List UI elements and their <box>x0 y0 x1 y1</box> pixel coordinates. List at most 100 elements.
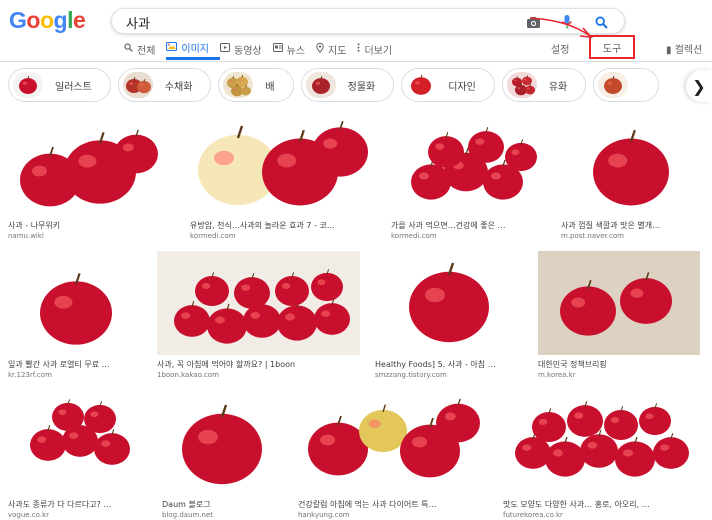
result-source: kr.123rf.com <box>8 371 52 379</box>
result-title[interactable]: 건강칼럼 아침에 먹는 사과 다이어트 특… <box>298 499 488 510</box>
image-result[interactable]: 가을 사과 먹으면…건강에 좋은 … kormedi.com <box>391 112 546 241</box>
result-thumbnail[interactable] <box>8 112 174 216</box>
chip[interactable]: 수채화 <box>117 68 212 102</box>
result-source: m.korea.kr <box>538 371 576 379</box>
tools-button[interactable]: 도구 <box>589 35 635 59</box>
tab-label: 동영상 <box>234 45 262 57</box>
logo-letter: o <box>26 7 40 33</box>
tab-2[interactable]: 동영상 <box>220 38 273 60</box>
chip[interactable] <box>593 68 660 102</box>
result-title[interactable]: Healthy Foods] 5. 사과 - 아침 … <box>375 359 522 370</box>
result-thumbnail[interactable] <box>8 391 146 495</box>
image-result[interactable]: 사과 껍질 색깔과 맛은 별개… m.post.naver.com <box>561 112 700 241</box>
logo-letter: o <box>39 7 54 33</box>
apple-icon <box>598 72 629 98</box>
result-thumbnail[interactable] <box>538 251 700 355</box>
settings-button[interactable]: 설정 <box>551 41 569 56</box>
image-result[interactable]: 사과도 종류가 다 다르다고? … vogue.co.kr <box>8 391 146 520</box>
chip-label: 일러스트 <box>55 81 92 93</box>
image-result[interactable]: 사과 - 나무위키 namu.wiki <box>8 112 174 241</box>
image-result[interactable]: Healthy Foods] 5. 사과 - 아침 … smzzang.tist… <box>375 251 522 380</box>
result-title[interactable]: 맛도 모양도 다양한 사과… 홍로, 아오리, … <box>503 499 700 510</box>
map-pin-icon <box>316 42 324 56</box>
related-chips: 일러스트 수채화 배 정물화 디자인 유화 <box>8 68 712 104</box>
result-thumbnail[interactable] <box>162 391 283 495</box>
tools-label: 도구 <box>602 43 622 55</box>
result-thumbnail[interactable] <box>391 112 546 216</box>
apple-icon <box>122 72 153 98</box>
chip-label: 유화 <box>548 81 568 93</box>
tab-label: 전체 <box>137 45 156 57</box>
result-thumbnail[interactable] <box>8 251 142 355</box>
result-thumbnail[interactable] <box>503 391 700 495</box>
tab-label: 뉴스 <box>286 45 306 57</box>
result-source: kormedi.com <box>391 232 437 240</box>
tab-3[interactable]: 뉴스 <box>272 38 316 60</box>
collections-label: 컬렉션 <box>674 45 703 56</box>
result-source: futurekorea.co.kr <box>503 511 563 519</box>
chip-label: 정물화 <box>347 81 376 93</box>
result-thumbnail[interactable] <box>561 112 700 216</box>
tab-5[interactable]: 더보기 <box>357 38 403 60</box>
tab-1[interactable]: 이미지 <box>166 38 221 60</box>
tab-label: 지도 <box>328 45 347 57</box>
result-title[interactable]: 사과 - 나무위키 <box>8 220 174 231</box>
google-logo[interactable]: Google <box>9 7 86 34</box>
result-title[interactable]: 사과도 종류가 다 다르다고? … <box>8 499 146 510</box>
news-icon <box>272 43 283 55</box>
bookmark-icon: ▮ <box>666 45 672 56</box>
chip-label: 디자인 <box>448 81 476 93</box>
result-title[interactable]: 사과 껍질 색깔과 맛은 별개… <box>561 220 700 231</box>
result-title[interactable]: 잎과 빨간 사과 로열티 무료 … <box>8 359 142 370</box>
result-source: blog.daum.net <box>162 511 214 519</box>
chip[interactable]: 디자인 <box>401 68 495 102</box>
chip[interactable]: 배 <box>218 68 294 102</box>
image-result[interactable]: 유방암, 천식…사과의 놀라운 효과 7 - 코… kormedi.com <box>190 112 375 241</box>
tab-label: 이미지 <box>181 44 210 55</box>
image-result[interactable]: 맛도 모양도 다양한 사과… 홍로, 아오리, … futurekorea.co… <box>503 391 700 520</box>
image-result[interactable]: 건강칼럼 아침에 먹는 사과 다이어트 특… hankyung.com <box>298 391 488 520</box>
search-input[interactable] <box>126 13 506 31</box>
result-source: smzzang.tistory.com <box>375 371 447 379</box>
result-source: kormedi.com <box>190 232 236 240</box>
chevron-right-icon[interactable]: ❯ <box>686 70 712 102</box>
image-result[interactable]: Daum 블로그 blog.daum.net <box>162 391 283 520</box>
chip-label: 수채화 <box>164 81 193 93</box>
image-icon <box>166 41 178 54</box>
search-tabs: 전체 이미지 동영상 뉴스 지도 더보기 <box>124 38 403 62</box>
logo-letter: e <box>72 7 86 33</box>
result-source: 1boon.kakao.com <box>157 371 219 379</box>
chip[interactable]: 일러스트 <box>8 68 111 102</box>
video-icon <box>220 43 231 55</box>
image-result[interactable]: 잎과 빨간 사과 로열티 무료 … kr.123rf.com <box>8 251 142 380</box>
logo-letter: g <box>53 7 68 33</box>
result-thumbnail[interactable] <box>375 251 522 355</box>
tab-0[interactable]: 전체 <box>124 38 166 60</box>
logo-letter: G <box>9 7 27 33</box>
collections-button[interactable]: ▮ 컬렉션 <box>666 41 702 56</box>
result-title[interactable]: 유방암, 천식…사과의 놀라운 효과 7 - 코… <box>190 220 375 231</box>
chip[interactable]: 유화 <box>501 68 587 102</box>
result-thumbnail[interactable] <box>157 251 360 355</box>
more-icon <box>357 43 360 55</box>
image-result[interactable]: 사과, 꼭 아침에 먹어야 할까요? | 1boon 1boon.kakao.c… <box>157 251 360 380</box>
result-title[interactable]: 사과, 꼭 아침에 먹어야 할까요? | 1boon <box>157 359 360 370</box>
apple-icon <box>506 72 537 98</box>
tab-label: 더보기 <box>364 45 393 57</box>
search-icon <box>124 43 133 55</box>
result-source: namu.wiki <box>8 232 44 240</box>
result-source: hankyung.com <box>298 511 350 519</box>
result-title[interactable]: 가을 사과 먹으면…건강에 좋은 … <box>391 220 546 231</box>
apple-icon <box>305 72 336 98</box>
chip[interactable]: 정물화 <box>300 68 395 102</box>
result-title[interactable]: 대한민국 정책브리핑 <box>538 359 700 370</box>
apple-icon <box>406 72 437 98</box>
header: Google 전체 이미지 동영상 뉴스 지도 더보기 설정 도구 ▮ 컬렉션 <box>0 0 712 62</box>
image-result[interactable]: 대한민국 정책브리핑 m.korea.kr <box>538 251 700 380</box>
tab-4[interactable]: 지도 <box>316 38 357 60</box>
result-title[interactable]: Daum 블로그 <box>162 499 283 510</box>
result-thumbnail[interactable] <box>298 391 488 495</box>
result-thumbnail[interactable] <box>190 112 375 216</box>
result-source: vogue.co.kr <box>8 511 50 519</box>
result-source: m.post.naver.com <box>561 232 624 240</box>
